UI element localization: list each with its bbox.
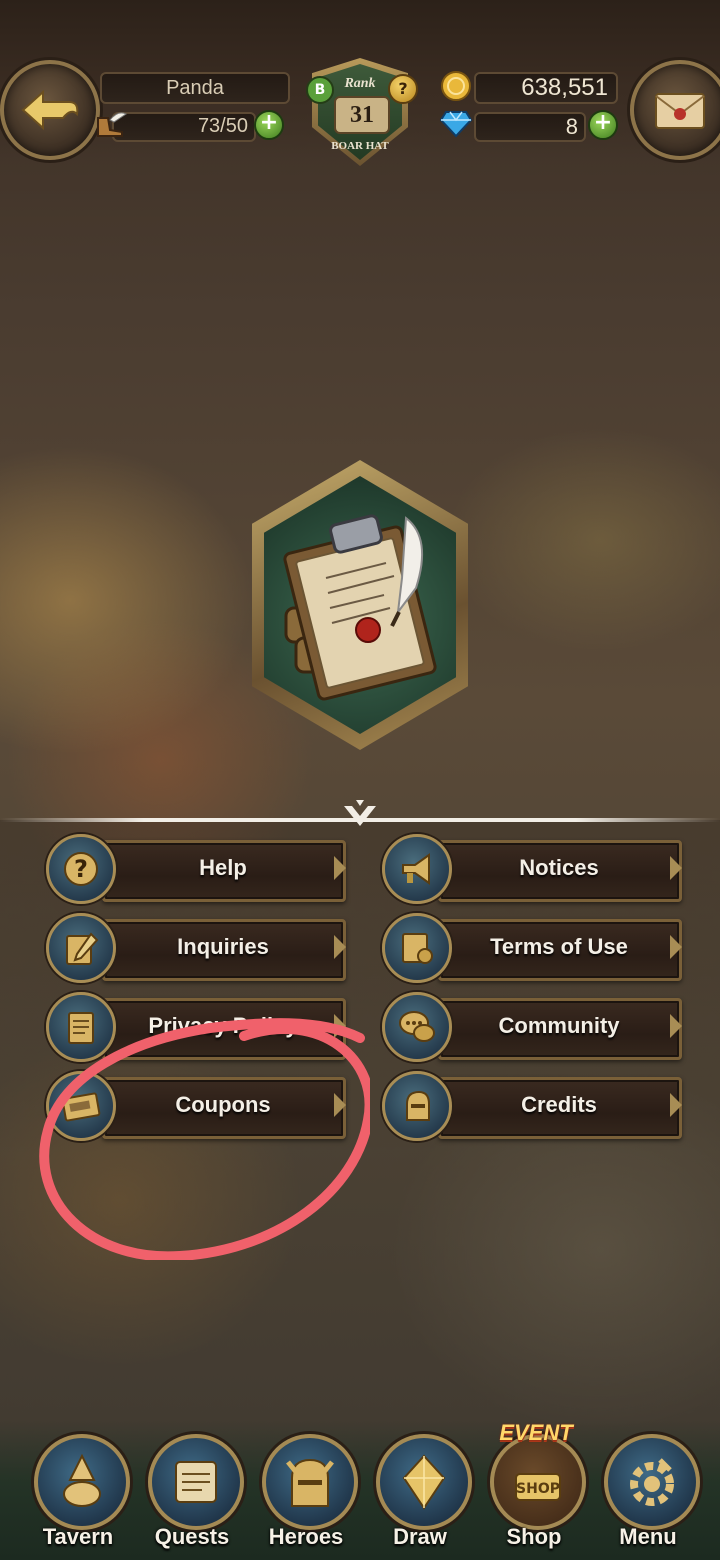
- coupons-label: Coupons: [175, 1092, 271, 1117]
- nav-menu-label: Menu: [619, 1524, 677, 1549]
- boar-rank-icon: B: [306, 76, 334, 104]
- scroll-icon: [148, 1434, 244, 1530]
- credits-label: Credits: [521, 1092, 597, 1117]
- gold-coin-icon: [441, 71, 471, 101]
- nav-tavern-label: Tavern: [42, 1524, 114, 1549]
- clipboard-quill-icon: [283, 514, 437, 701]
- nav-shop-label: Shop: [506, 1524, 562, 1549]
- gold-value: 638,551: [521, 74, 608, 101]
- knight-helmet-icon: [262, 1434, 358, 1530]
- gear-icon: [604, 1434, 700, 1530]
- winged-boot-icon: [97, 112, 127, 137]
- nav-heroes-label: Heroes: [268, 1524, 344, 1549]
- event-badge: EVENT: [499, 1420, 573, 1445]
- add-stamina-button[interactable]: +: [254, 110, 284, 140]
- tavern-icon: [34, 1434, 130, 1530]
- nav-tavern[interactable]: Tavern: [22, 1420, 134, 1560]
- gold-bar: 638,551: [474, 72, 618, 104]
- blue-gem-icon: [440, 111, 472, 138]
- notices-button[interactable]: Notices: [382, 834, 682, 904]
- stamina-value: 73/50: [197, 115, 248, 137]
- privacy-policy-button[interactable]: Privacy Policy: [46, 992, 346, 1062]
- rank-number: 31: [334, 96, 390, 134]
- stamina-bar: 73/50: [112, 112, 256, 142]
- credits-button[interactable]: Credits: [382, 1071, 682, 1141]
- mail-button[interactable]: [630, 60, 720, 160]
- community-label: Community: [498, 1013, 620, 1038]
- community-button[interactable]: Community: [382, 992, 682, 1062]
- terms-of-use-button[interactable]: Terms of Use: [382, 913, 682, 983]
- crystal-icon: [376, 1434, 472, 1530]
- inquiries-label: Inquiries: [177, 934, 269, 959]
- privacy-policy-label: Privacy Policy: [148, 1013, 298, 1038]
- nav-heroes[interactable]: Heroes: [250, 1420, 362, 1560]
- nav-quests-label: Quests: [154, 1524, 230, 1549]
- terms-of-use-label: Terms of Use: [490, 934, 628, 959]
- nav-draw-label: Draw: [393, 1524, 447, 1549]
- notices-label: Notices: [519, 855, 599, 880]
- gems-value: 8: [565, 114, 578, 139]
- gems-bar: 8: [474, 112, 586, 142]
- svg-text:?: ?: [74, 855, 88, 883]
- nav-draw[interactable]: Draw: [364, 1420, 476, 1560]
- back-button[interactable]: [0, 60, 100, 160]
- rank-help-button[interactable]: ?: [388, 74, 418, 104]
- nav-menu[interactable]: Menu: [592, 1420, 704, 1560]
- svg-text:SHOP: SHOP: [516, 1481, 560, 1497]
- back-arrow-icon: [21, 89, 79, 131]
- help-label: Help: [199, 855, 247, 880]
- coupons-button[interactable]: Coupons: [46, 1071, 346, 1141]
- rank-title: BOAR HAT: [331, 140, 389, 152]
- nav-shop[interactable]: SHOP EVENT Shop: [478, 1420, 590, 1560]
- help-button[interactable]: ? Help: [46, 834, 346, 904]
- chevron-down-icon: [344, 800, 376, 826]
- add-gems-button[interactable]: +: [588, 110, 618, 140]
- nav-quests[interactable]: Quests: [136, 1420, 248, 1560]
- inquiries-button[interactable]: Inquiries: [46, 913, 346, 983]
- envelope-icon: [655, 93, 705, 129]
- player-name: Panda: [100, 72, 290, 104]
